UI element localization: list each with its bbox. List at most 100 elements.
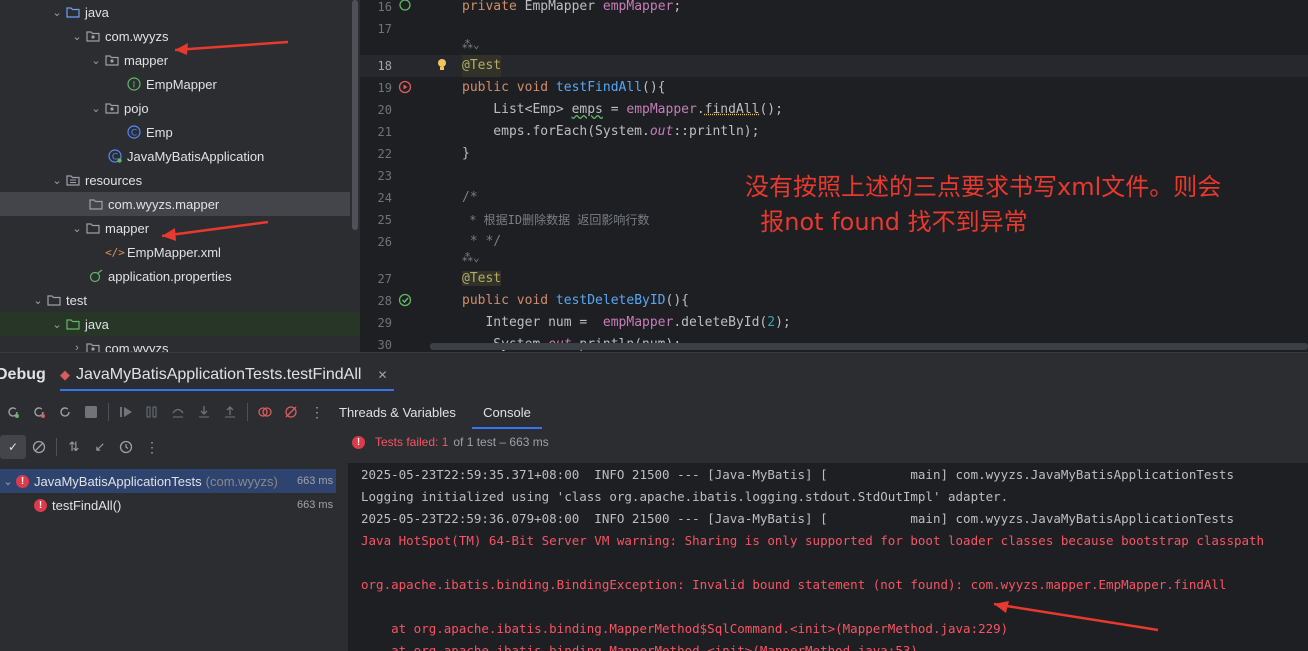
- collapse-icon[interactable]: ↙: [87, 435, 113, 459]
- chevron-down-icon[interactable]: ⌄: [49, 6, 65, 19]
- test-failed-gutter-icon[interactable]: [398, 80, 412, 94]
- tree-item-emp[interactable]: C Emp: [0, 120, 350, 144]
- tree-item-javamybatisapplication[interactable]: C JavaMyBatisApplication: [0, 144, 350, 168]
- console-line: Java HotSpot(TM) 64-Bit Server VM warnin…: [361, 533, 1265, 548]
- toolbar-separator: [56, 438, 57, 456]
- step-into-icon[interactable]: [191, 400, 217, 424]
- svg-text:C: C: [131, 129, 137, 139]
- debug-session-label: JavaMyBatisApplicationTests.testFindAll: [76, 366, 362, 383]
- tab-console[interactable]: Console: [472, 397, 542, 429]
- tree-item-label: java: [85, 316, 109, 332]
- folder-icon: [85, 220, 101, 236]
- sort-icon[interactable]: ⇅: [61, 435, 87, 459]
- tree-item-label: com.wyyzs.mapper: [108, 196, 220, 212]
- mute-breakpoints-icon[interactable]: [278, 400, 304, 424]
- resume-icon[interactable]: [113, 400, 139, 424]
- chevron-down-icon[interactable]: ⌄: [30, 294, 46, 307]
- package-icon: [85, 28, 101, 44]
- folder-icon: [65, 4, 81, 20]
- rerun-failed-icon[interactable]: [26, 400, 52, 424]
- editor-horizontal-scrollbar[interactable]: [430, 343, 1308, 350]
- code-editor[interactable]: 16 private EmpMapper empMapper; 17 ⁂⌄ 18…: [360, 0, 1308, 352]
- tree-item-mapper-package[interactable]: ⌄ mapper: [0, 48, 350, 72]
- code-vision-hint[interactable]: ⁂⌄: [462, 251, 480, 264]
- tree-item-test-com-wyyzs[interactable]: › com.wyyzs: [0, 336, 350, 352]
- package-icon: [104, 100, 120, 116]
- error-icon: !: [16, 474, 29, 488]
- pause-icon[interactable]: [139, 400, 165, 424]
- show-passed-icon[interactable]: ✓: [0, 435, 26, 459]
- folder-icon: [88, 196, 104, 212]
- console-output[interactable]: 2025-05-23T22:59:35.371+08:00 INFO 21500…: [348, 463, 1308, 651]
- tree-item-label: com.wyyzs: [105, 340, 169, 353]
- view-breakpoints-icon[interactable]: [252, 400, 278, 424]
- tree-scrollbar[interactable]: [352, 0, 358, 230]
- lightbulb-icon[interactable]: [436, 58, 450, 72]
- history-icon[interactable]: [113, 435, 139, 459]
- test-duration: 663 ms: [297, 475, 334, 487]
- test-row-method[interactable]: ! testFindAll() 663 ms: [34, 493, 336, 517]
- annotation-note: 没有按照上述的三点要求书写xml文件。则会 报not found 找不到异常: [745, 170, 1221, 240]
- tree-item-com-wyyzs[interactable]: ⌄ com.wyyzs: [0, 24, 350, 48]
- tree-item-label: application.properties: [108, 268, 232, 284]
- code-vision-hint[interactable]: ⁂⌄: [462, 38, 480, 51]
- tree-item-test-java[interactable]: ⌄ java: [0, 312, 360, 336]
- folder-icon: [46, 292, 62, 308]
- tree-item-label: java: [85, 4, 109, 20]
- chevron-down-icon[interactable]: ⌄: [49, 318, 65, 331]
- tree-item-resources[interactable]: ⌄ resources: [0, 168, 350, 192]
- tree-item-test[interactable]: ⌄ test: [0, 288, 350, 312]
- error-icon: !: [34, 498, 47, 512]
- interface-icon: I: [126, 76, 142, 92]
- toolbar-separator: [108, 403, 109, 421]
- stop-rerun-icon[interactable]: [52, 400, 78, 424]
- line-number: 21: [377, 125, 392, 139]
- show-ignored-icon[interactable]: [26, 435, 52, 459]
- tree-item-empmapper[interactable]: I EmpMapper: [0, 72, 350, 96]
- test-passed-gutter-icon[interactable]: [398, 293, 412, 307]
- injection-gutter-icon[interactable]: [398, 0, 412, 13]
- test-duration: 663 ms: [297, 499, 334, 511]
- rerun-icon[interactable]: [0, 400, 26, 424]
- step-out-icon[interactable]: [217, 400, 243, 424]
- tree-item-pojo[interactable]: ⌄ pojo: [0, 96, 350, 120]
- tree-item-label: pojo: [124, 100, 149, 116]
- test-row-class[interactable]: ⌄ ! JavaMyBatisApplicationTests (com.wyy…: [0, 469, 336, 493]
- test-name: JavaMyBatisApplicationTests: [34, 473, 202, 489]
- annotation-note-line: 报not found 找不到异常: [745, 208, 1028, 236]
- code-line-21: emps.forEach(System.out::println);: [462, 124, 760, 139]
- tree-item-label: EmpMapper: [146, 76, 217, 92]
- code-line-26: * */: [462, 234, 502, 249]
- tree-item-com-wyyzs-mapper-folder[interactable]: com.wyyzs.mapper: [0, 192, 350, 216]
- close-icon[interactable]: ✕: [377, 368, 387, 382]
- tree-item-java[interactable]: ⌄ java: [0, 0, 350, 24]
- step-over-icon[interactable]: [165, 400, 191, 424]
- chevron-down-icon[interactable]: ⌄: [69, 30, 85, 43]
- code-line-16: private EmpMapper empMapper;: [462, 0, 682, 14]
- more-options-icon[interactable]: ⋮: [139, 435, 165, 459]
- chevron-down-icon[interactable]: ⌄: [69, 222, 85, 235]
- test-package: (com.wyyzs): [205, 473, 278, 489]
- tree-item-empmapper-xml[interactable]: </> EmpMapper.xml: [0, 240, 350, 264]
- tree-item-label: mapper: [124, 52, 169, 68]
- class-icon: C: [126, 124, 142, 140]
- debug-session-tab[interactable]: ◆ JavaMyBatisApplicationTests.testFindAl…: [60, 361, 394, 391]
- chevron-down-icon[interactable]: ⌄: [88, 54, 104, 67]
- line-number: 30: [377, 338, 392, 352]
- chevron-right-icon[interactable]: ›: [69, 342, 85, 352]
- console-error-line: org.apache.ibatis.binding.BindingExcepti…: [361, 577, 1227, 592]
- code-line-22: }: [462, 146, 470, 161]
- annotation-note-line: 没有按照上述的三点要求书写xml文件。则会: [745, 173, 1222, 201]
- chevron-down-icon[interactable]: ⌄: [88, 102, 104, 115]
- tree-item-application-properties[interactable]: application.properties: [0, 264, 350, 288]
- tree-item-mapper-folder[interactable]: ⌄ mapper: [0, 216, 350, 240]
- stop-icon[interactable]: [78, 400, 104, 424]
- console-stack-line: at org.apache.ibatis.binding.MapperMetho…: [361, 621, 1009, 636]
- project-tree: ⌄ java ⌄ com.wyyzs ⌄ mapper I EmpMapper …: [0, 0, 360, 352]
- chevron-down-icon[interactable]: ⌄: [49, 174, 65, 187]
- chevron-down-icon[interactable]: ⌄: [0, 475, 16, 488]
- tab-threads-variables[interactable]: Threads & Variables: [339, 405, 456, 420]
- xml-file-icon: </>: [105, 245, 125, 259]
- tests-failed-label: Tests failed: 1: [375, 435, 449, 449]
- more-actions-icon[interactable]: ⋮: [304, 400, 330, 424]
